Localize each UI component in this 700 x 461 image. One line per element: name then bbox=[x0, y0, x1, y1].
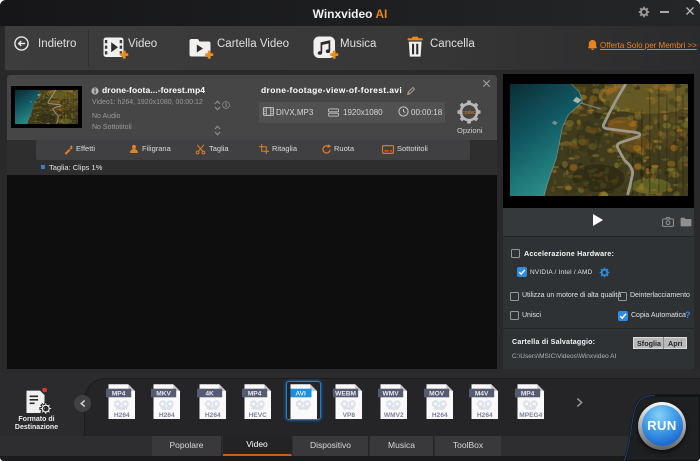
svg-text:M4V: M4V bbox=[475, 390, 489, 397]
svg-text:4K: 4K bbox=[205, 390, 214, 397]
svg-text:MKV: MKV bbox=[157, 390, 172, 397]
svg-text:H264: H264 bbox=[432, 412, 448, 419]
svg-text:VP8: VP8 bbox=[343, 412, 356, 419]
svg-text:WMV2: WMV2 bbox=[384, 412, 404, 419]
svg-text:codec: codec bbox=[462, 110, 476, 116]
svg-text:H264: H264 bbox=[114, 412, 130, 419]
svg-text:MPEG4: MPEG4 bbox=[519, 412, 542, 419]
svg-text:WEBM: WEBM bbox=[335, 390, 356, 397]
svg-text:AVI: AVI bbox=[295, 390, 306, 397]
svg-text:H264: H264 bbox=[159, 412, 175, 419]
svg-text:MP4: MP4 bbox=[248, 390, 262, 397]
svg-text:H264: H264 bbox=[205, 412, 221, 419]
svg-text:WMV: WMV bbox=[383, 390, 400, 397]
svg-text:MOV: MOV bbox=[429, 390, 445, 397]
svg-text:HEVC: HEVC bbox=[249, 412, 268, 419]
svg-text:H264: H264 bbox=[477, 412, 493, 419]
svg-text:MP4: MP4 bbox=[520, 390, 534, 397]
svg-text:MP4: MP4 bbox=[112, 390, 126, 397]
